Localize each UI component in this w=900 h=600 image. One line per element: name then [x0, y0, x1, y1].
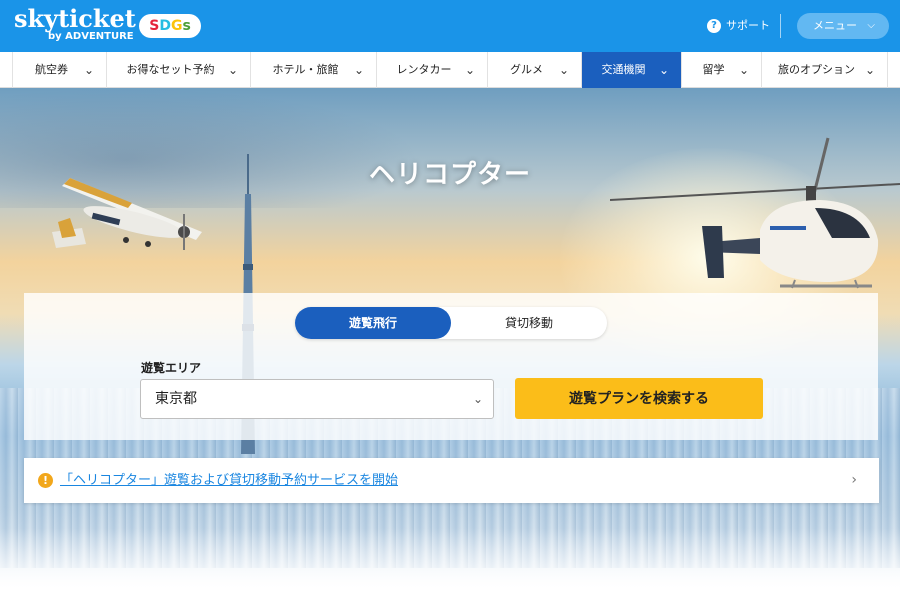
menu-label: メニュー: [813, 19, 857, 32]
chevron-down-icon: ⌄: [472, 392, 483, 406]
nav-item-gourmet[interactable]: グルメ ⌄: [488, 52, 582, 88]
nav-item-hotels[interactable]: ホテル・旅館 ⌄: [251, 52, 377, 88]
sdgs-letter: D: [159, 18, 171, 34]
category-nav: 航空券 ⌄ お得なセット予約 ⌄ ホテル・旅館 ⌄ レンタカー ⌄ グルメ ⌄ …: [0, 52, 900, 88]
nav-item-transport[interactable]: 交通機関 ⌄: [582, 52, 682, 88]
sdgs-letter: G: [170, 18, 183, 34]
announcement-bar[interactable]: ! 「ヘリコプター」遊覧および貸切移動予約サービスを開始 ›: [24, 458, 879, 503]
hero-fade: [0, 528, 900, 600]
sdgs-letter: S: [149, 18, 160, 34]
search-tabs: 遊覧飛行 貸切移動: [295, 307, 607, 339]
nav-item-rental-car[interactable]: レンタカー ⌄: [377, 52, 488, 88]
chevron-down-icon: ⌄: [658, 63, 669, 77]
chevron-down-icon: ⌄: [864, 63, 875, 77]
chevron-down-icon: ⌄: [353, 63, 364, 77]
area-select[interactable]: 東京都 ⌄: [140, 379, 494, 419]
chevron-down-icon: ⌄: [83, 63, 94, 77]
logo-text: skyticket: [14, 4, 136, 33]
chevron-right-icon: ›: [851, 472, 857, 488]
chevron-down-icon: ⌄: [227, 63, 238, 77]
sdgs-letter: s: [182, 18, 191, 34]
logo-subtext: by ADVENTURE: [48, 31, 134, 42]
nav-item-set-deals[interactable]: お得なセット予約 ⌄: [107, 52, 251, 88]
chevron-down-icon: ⌵: [867, 20, 875, 31]
announcement-link[interactable]: 「ヘリコプター」遊覧および貸切移動予約サービスを開始: [60, 458, 398, 503]
tab-sightseeing-flight[interactable]: 遊覧飛行: [295, 307, 451, 339]
page-title: ヘリコプター: [368, 160, 531, 190]
nav-item-study-abroad[interactable]: 留学 ⌄: [682, 52, 762, 88]
search-plans-button[interactable]: 遊覧プランを検索する: [515, 378, 763, 419]
area-label: 遊覧エリア: [141, 361, 202, 375]
help-icon: ?: [707, 19, 721, 33]
nav-item-flights[interactable]: 航空券 ⌄: [12, 52, 107, 88]
site-logo[interactable]: skyticket by ADVENTURE: [14, 4, 136, 43]
tab-charter-transfer[interactable]: 貸切移動: [451, 307, 607, 339]
nav-item-travel-options[interactable]: 旅のオプション ⌄: [762, 52, 888, 88]
sdgs-badge[interactable]: SDGs: [139, 14, 201, 38]
header-divider: [780, 14, 781, 38]
chevron-down-icon: ⌄: [464, 63, 475, 77]
chevron-down-icon: ⌄: [738, 63, 749, 77]
support-label: サポート: [726, 19, 770, 32]
menu-button[interactable]: メニュー ⌵: [797, 13, 889, 39]
area-select-value: 東京都: [155, 391, 197, 407]
nav-item-label: 留学: [702, 63, 725, 76]
top-header: skyticket by ADVENTURE SDGs ? サポート メニュー …: [0, 0, 900, 52]
info-icon: !: [38, 473, 53, 488]
support-link[interactable]: ? サポート: [707, 18, 770, 34]
chevron-down-icon: ⌄: [558, 63, 569, 77]
